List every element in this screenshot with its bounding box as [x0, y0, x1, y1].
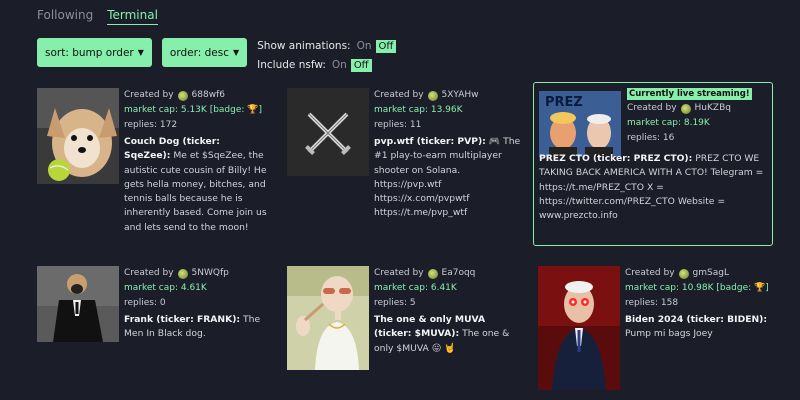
- creator-name[interactable]: Ea7oqq: [442, 267, 476, 280]
- coin-text: Pump mi bags Joey: [625, 328, 713, 340]
- coin-text: 🎮 The #1 play-to-earn multiplayer shoote…: [374, 136, 521, 219]
- animations-off-option[interactable]: Off: [375, 39, 397, 53]
- avatar-icon: [680, 103, 691, 114]
- coin-name: pvp.wtf (ticker: PVP):: [374, 136, 486, 147]
- coin-image[interactable]: PREZ: [539, 91, 621, 157]
- coin-description: Couch Dog (ticker: SqeZee): Me et $SqeZe…: [124, 135, 269, 235]
- avatar-icon: [427, 268, 438, 279]
- market-cap: market cap: 10.98K: [625, 282, 714, 293]
- creator-name[interactable]: 5NWQfp: [192, 267, 229, 280]
- market-cap-row: market cap: 13.96K: [374, 103, 523, 118]
- avatar-icon: [177, 90, 188, 101]
- market-cap: market cap: 13.96K: [374, 104, 463, 115]
- market-cap: market cap: 8.19K: [627, 118, 710, 129]
- replies-count: replies: 158: [625, 297, 679, 308]
- avatar-icon: [177, 268, 188, 279]
- sort-dropdown[interactable]: sort: bump order ▼: [37, 38, 152, 67]
- creator-name[interactable]: 688wf6: [192, 89, 225, 102]
- creator-row: Created by Ea7oqq: [374, 266, 523, 281]
- chevron-down-icon: ▼: [232, 48, 240, 57]
- sort-label: sort: bump order: [45, 46, 134, 59]
- animations-toggle-row: Show animations: On Off: [257, 38, 397, 54]
- created-by-label: Created by: [374, 267, 424, 278]
- coin-image[interactable]: [287, 88, 369, 176]
- coin-image[interactable]: [287, 266, 369, 370]
- creator-row: Created by 5XYAHw: [374, 88, 523, 103]
- prez-image-text: PREZ: [545, 95, 583, 110]
- coin-info: Created by gmSagL market cap: 10.98K [ba…: [620, 266, 774, 390]
- created-by-label: Created by: [124, 89, 174, 100]
- replies-count: replies: 16: [627, 133, 675, 144]
- replies-count: replies: 0: [124, 297, 166, 308]
- badge: [badge: 🏆]: [716, 282, 769, 293]
- coin-info: Created by 688wf6 market cap: 5.13K [bad…: [119, 88, 269, 235]
- avatar-icon: [678, 268, 689, 279]
- coin-info: Created by 5XYAHw market cap: 13.96K rep…: [369, 88, 523, 221]
- tab-terminal[interactable]: Terminal: [107, 8, 158, 25]
- creator-row: Created by HuKZBq: [627, 101, 767, 116]
- coin-description: Frank (ticker: FRANK): The Men In Black …: [124, 313, 269, 342]
- avatar-icon: [427, 90, 438, 101]
- animations-on-option[interactable]: On: [357, 40, 372, 52]
- creator-row: Created by gmSagL: [625, 266, 774, 281]
- coin-description: PREZ CTO (ticker: PREZ CTO): PREZ CTO WE…: [539, 152, 767, 223]
- market-cap: market cap: 5.13K: [124, 104, 207, 115]
- created-by-label: Created by: [124, 267, 174, 278]
- coin-card[interactable]: Created by gmSagL market cap: 10.98K [ba…: [538, 266, 774, 390]
- nsfw-label: Include nsfw:: [257, 59, 326, 71]
- order-label: order: desc: [169, 46, 229, 59]
- coin-name: Frank (ticker: FRANK):: [124, 314, 241, 325]
- coin-card[interactable]: Created by Ea7oqq market cap: 6.41K repl…: [287, 266, 523, 370]
- nsfw-off-option[interactable]: Off: [350, 58, 372, 72]
- market-cap-row: market cap: 8.19K: [627, 116, 767, 131]
- coin-card[interactable]: Created by 688wf6 market cap: 5.13K [bad…: [37, 88, 269, 235]
- coin-card[interactable]: Created by 5XYAHw market cap: 13.96K rep…: [287, 88, 523, 221]
- coin-info: Created by Ea7oqq market cap: 6.41K repl…: [369, 266, 523, 370]
- controls-bar: sort: bump order ▼ order: desc ▼ Show an…: [37, 38, 397, 73]
- coin-card-live[interactable]: PREZ Currently live streaming! Created b…: [533, 82, 773, 246]
- coin-description: Biden 2024 (ticker: BIDEN): Pump mi bags…: [625, 313, 774, 342]
- badge: [badge: 🏆]: [209, 104, 262, 115]
- coin-text: Me et $SqeZee, the autistic cute cousin …: [124, 150, 267, 233]
- coin-image[interactable]: [37, 88, 119, 184]
- market-cap-row: market cap: 10.98K [badge: 🏆]: [625, 281, 774, 296]
- market-cap: market cap: 6.41K: [374, 282, 457, 293]
- coin-info: Created by 5NWQfp market cap: 4.61K repl…: [119, 266, 269, 342]
- market-cap-row: market cap: 6.41K: [374, 281, 523, 296]
- coin-image[interactable]: [538, 266, 620, 390]
- creator-row: Created by 688wf6: [124, 88, 269, 103]
- order-dropdown[interactable]: order: desc ▼: [161, 38, 248, 67]
- tab-following[interactable]: Following: [37, 8, 93, 25]
- top-tabs: Following Terminal: [37, 8, 158, 25]
- replies-count: replies: 5: [374, 297, 416, 308]
- coin-info: Currently live streaming! Created by HuK…: [539, 88, 767, 240]
- coin-description: pvp.wtf (ticker: PVP): 🎮 The #1 play-to-…: [374, 135, 523, 221]
- coin-name: PREZ CTO (ticker: PREZ CTO):: [539, 153, 693, 165]
- replies-count: replies: 11: [374, 119, 422, 130]
- replies-count: replies: 172: [124, 119, 178, 130]
- market-cap: market cap: 4.61K: [124, 282, 207, 293]
- creator-name[interactable]: gmSagL: [693, 267, 729, 280]
- created-by-label: Created by: [625, 267, 675, 278]
- creator-name[interactable]: HuKZBq: [695, 102, 731, 115]
- market-cap-row: market cap: 5.13K [badge: 🏆]: [124, 103, 269, 118]
- creator-row: Created by 5NWQfp: [124, 266, 269, 281]
- creator-name[interactable]: 5XYAHw: [442, 89, 479, 102]
- live-stream-badge: Currently live streaming!: [627, 88, 752, 101]
- created-by-label: Created by: [627, 103, 677, 114]
- coin-card[interactable]: Created by 5NWQfp market cap: 4.61K repl…: [37, 266, 269, 342]
- coin-description: The one & only MUVA (ticker: $MUVA): The…: [374, 313, 523, 356]
- market-cap-row: market cap: 4.61K: [124, 281, 269, 296]
- created-by-label: Created by: [374, 89, 424, 100]
- chevron-down-icon: ▼: [137, 48, 144, 57]
- animations-label: Show animations:: [257, 40, 351, 52]
- toggle-group: Show animations: On Off Include nsfw: On…: [257, 38, 397, 73]
- nsfw-toggle-row: Include nsfw: On Off: [257, 57, 396, 73]
- nsfw-on-option[interactable]: On: [332, 59, 347, 71]
- coin-name: Biden 2024 (ticker: BIDEN):: [625, 314, 768, 325]
- coin-image[interactable]: [37, 266, 119, 342]
